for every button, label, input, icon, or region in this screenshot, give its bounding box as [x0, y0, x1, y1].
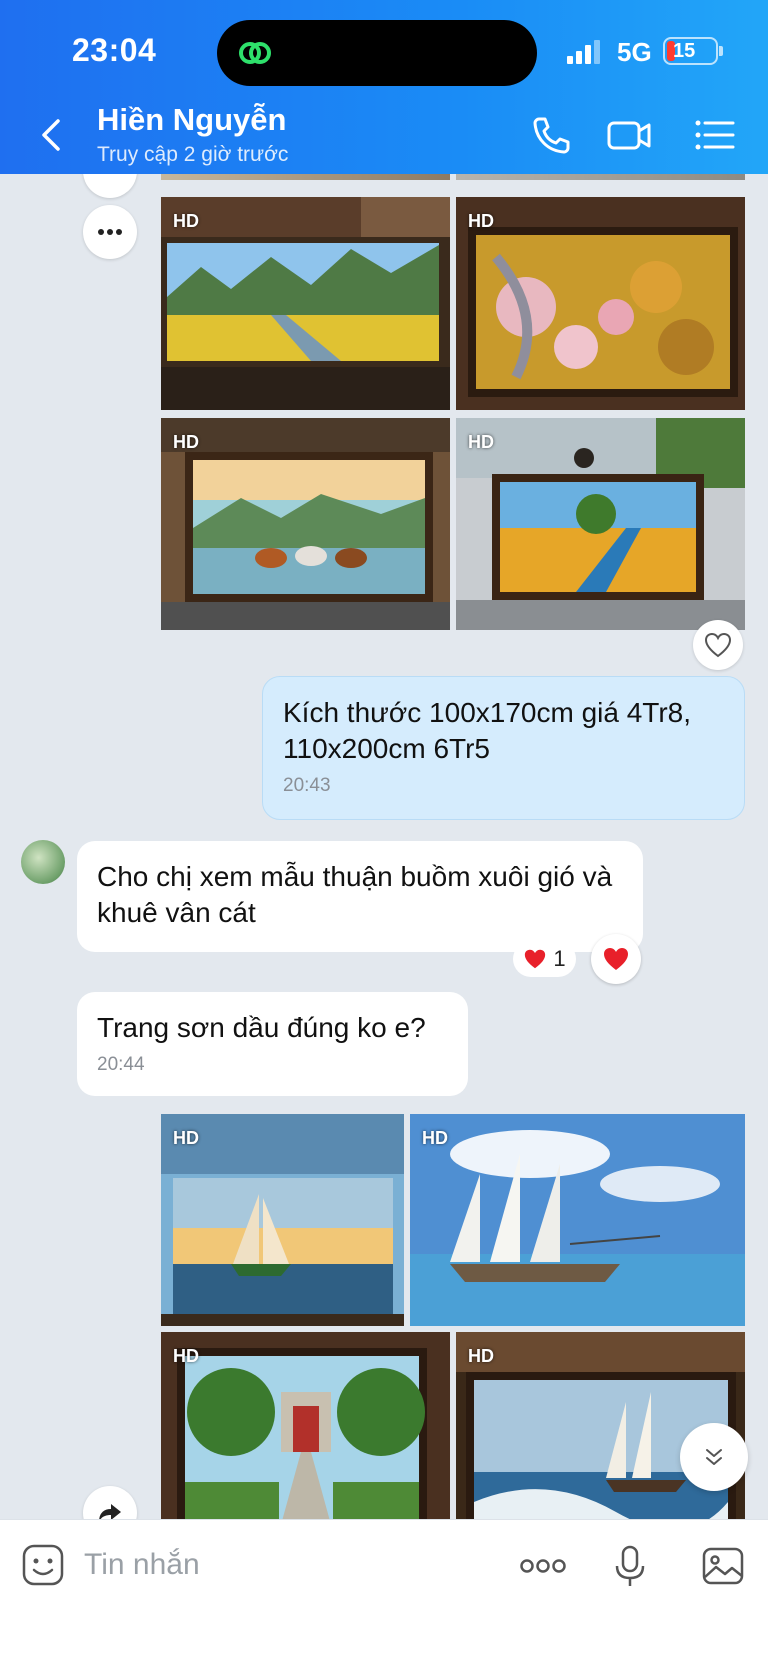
battery-icon: 15: [663, 37, 718, 65]
battery-tip: [719, 46, 723, 56]
photo-partial[interactable]: [161, 174, 450, 180]
photo-temple-gate[interactable]: HD: [161, 1332, 450, 1519]
last-seen: Truy cập 2 giờ trước: [97, 143, 289, 166]
painting-image: [410, 1114, 745, 1326]
message-time: 20:43: [283, 775, 331, 796]
heart-outline-icon: [704, 632, 732, 658]
photo-landscape-rice-fields[interactable]: HD: [161, 197, 450, 410]
message-list[interactable]: HD HD HD HD Kích thước 100x170cm giá 4Tr…: [0, 174, 768, 1519]
photo-horses-painting[interactable]: HD: [161, 418, 450, 630]
hd-badge: HD: [173, 1346, 199, 1366]
photo-village-painting[interactable]: HD: [456, 418, 745, 630]
share-button[interactable]: [83, 1486, 137, 1519]
react-button[interactable]: [591, 934, 641, 984]
network-label: 5G: [617, 37, 652, 67]
back-icon[interactable]: [36, 115, 66, 155]
painting-image: [161, 418, 450, 630]
hd-badge: HD: [173, 432, 199, 452]
incoming-message[interactable]: Trang sơn dầu đúng ko e? 20:44: [77, 992, 468, 1096]
painting-image: [456, 197, 745, 410]
message-input[interactable]: [84, 1542, 464, 1588]
message-input-bar: [0, 1519, 768, 1665]
hd-badge: HD: [173, 1128, 199, 1148]
message-text: Cho chị xem mẫu thuận buồm xuôi gió và k…: [97, 861, 613, 928]
status-time: 23:04: [72, 32, 157, 68]
chat-header: 23:04 5G 15 Hiền Nguyễn Truy cập 2 giờ t…: [0, 0, 768, 174]
microphone-icon[interactable]: [611, 1544, 649, 1588]
heart-icon: [525, 949, 546, 969]
photo-sailing-ship[interactable]: HD: [410, 1114, 745, 1326]
painting-image: [456, 418, 745, 630]
message-text: Kích thước 100x170cm giá 4Tr8, 110x200cm…: [283, 697, 692, 764]
signal-icon: [567, 40, 600, 64]
double-chevron-down-icon: [706, 1449, 722, 1465]
hd-badge: HD: [468, 432, 494, 452]
photo-partial[interactable]: [456, 174, 745, 180]
reaction-summary[interactable]: 1: [513, 941, 576, 977]
photo-sailboat-sunset[interactable]: HD: [161, 1114, 404, 1326]
sticker-icon[interactable]: [21, 1543, 65, 1587]
painting-image: [161, 1332, 450, 1519]
contact-avatar[interactable]: [21, 840, 65, 884]
photo-lotus-painting[interactable]: HD: [456, 197, 745, 410]
more-horizontal-icon[interactable]: [519, 1544, 567, 1588]
hd-badge: HD: [468, 1346, 494, 1366]
image-icon[interactable]: [701, 1544, 745, 1588]
hd-badge: HD: [468, 211, 494, 231]
scroll-to-bottom-button[interactable]: [680, 1423, 748, 1491]
phone-icon[interactable]: [528, 112, 574, 158]
hd-badge: HD: [422, 1128, 448, 1148]
hd-badge: HD: [173, 211, 199, 231]
battery-level: 15: [673, 40, 696, 62]
outgoing-message[interactable]: Kích thước 100x170cm giá 4Tr8, 110x200cm…: [262, 676, 745, 820]
reaction-count: 1: [553, 946, 566, 971]
menu-icon[interactable]: [692, 112, 738, 158]
message-time: 20:44: [97, 1054, 145, 1075]
more-button-partial[interactable]: [83, 174, 137, 198]
forward-icon: [99, 1504, 121, 1519]
dynamic-island: [217, 20, 537, 86]
more-options-button[interactable]: [83, 205, 137, 259]
link-icon: [239, 42, 271, 64]
incoming-message[interactable]: Cho chị xem mẫu thuận buồm xuôi gió và k…: [77, 841, 643, 952]
more-dots-icon: [98, 229, 122, 235]
like-button[interactable]: [693, 620, 743, 670]
contact-name[interactable]: Hiền Nguyễn: [97, 102, 286, 138]
painting-image: [161, 197, 450, 410]
message-text: Trang sơn dầu đúng ko e?: [97, 1012, 426, 1043]
video-icon[interactable]: [606, 112, 652, 158]
heart-icon: [604, 948, 628, 970]
